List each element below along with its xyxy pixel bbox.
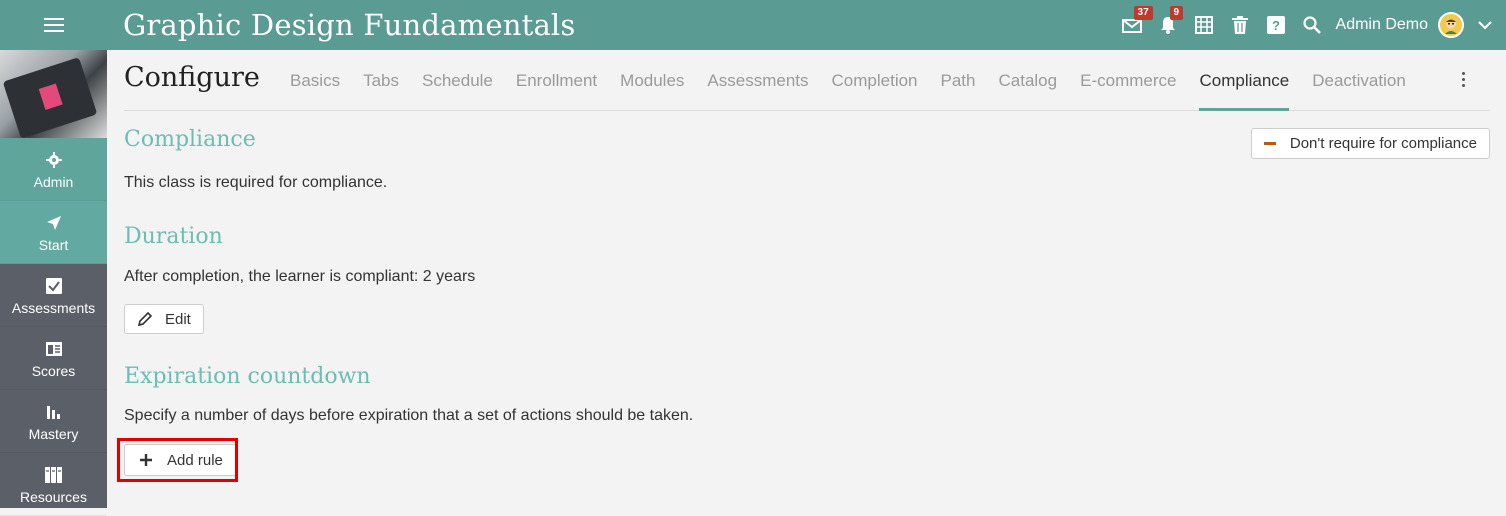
main-content: Configure Basics Tabs Schedule Enrollmen…: [124, 50, 1490, 476]
tabs-row: Configure Basics Tabs Schedule Enrollmen…: [124, 50, 1490, 111]
sidebar-item-mastery[interactable]: Mastery: [0, 390, 107, 453]
tab-completion[interactable]: Completion: [832, 50, 918, 111]
sidebar-item-label: Mastery: [28, 425, 79, 442]
tab-enrollment[interactable]: Enrollment: [516, 50, 597, 111]
user-menu[interactable]: Admin Demo: [1336, 12, 1492, 38]
tab-basics[interactable]: Basics: [290, 50, 340, 111]
more-tabs-button[interactable]: [1460, 72, 1466, 90]
sidebar-item-label: Resources: [20, 488, 87, 505]
tab-assessments[interactable]: Assessments: [707, 50, 808, 111]
duration-text: After completion, the learner is complia…: [124, 268, 476, 285]
highlight-box: [117, 438, 238, 482]
chevron-down-icon: [1478, 20, 1492, 29]
tab-path[interactable]: Path: [941, 50, 976, 111]
top-bar: Graphic Design Fundamentals 37 9 ? Admin…: [0, 0, 1506, 50]
sidebar-item-assessments[interactable]: Assessments: [0, 264, 107, 327]
tab-modules[interactable]: Modules: [620, 50, 684, 111]
expiration-heading: Expiration countdown: [124, 364, 371, 389]
edit-label: Edit: [165, 310, 191, 328]
sidebar-item-label: Start: [38, 236, 69, 253]
kebab-icon: [1461, 72, 1465, 75]
app-title: Graphic Design Fundamentals: [123, 8, 576, 42]
gradebook-icon: [45, 341, 62, 356]
notifications-button[interactable]: 9: [1150, 0, 1186, 50]
notifications-badge: 9: [1169, 6, 1184, 20]
sidebar: Admin Start Assessments Scores Mastery R…: [0, 50, 107, 516]
sidebar-item-label: Admin: [33, 173, 74, 190]
svg-text:?: ?: [1272, 18, 1280, 33]
minus-icon: [1263, 142, 1276, 145]
tab-compliance[interactable]: Compliance: [1199, 50, 1289, 111]
tab-tabs[interactable]: Tabs: [363, 50, 399, 111]
sidebar-item-resources[interactable]: Resources: [0, 453, 107, 516]
duration-heading: Duration: [124, 224, 223, 249]
gear-icon: [45, 151, 62, 168]
hamburger-menu-button[interactable]: [0, 0, 107, 50]
calendar-button[interactable]: [1186, 0, 1222, 50]
trash-button[interactable]: [1222, 0, 1258, 50]
menu-icon: [43, 24, 64, 26]
inbox-button[interactable]: 37: [1114, 0, 1153, 50]
user-avatar-icon: [1445, 19, 1457, 34]
tab-e-commerce[interactable]: E-commerce: [1080, 50, 1176, 111]
top-icons: 37 9 ? Admin Demo: [1114, 0, 1506, 50]
sidebar-item-admin[interactable]: Admin: [0, 138, 107, 201]
dont-require-label: Don't require for compliance: [1289, 135, 1477, 152]
books-icon: [44, 466, 62, 483]
calendar-icon: [1194, 16, 1213, 34]
tab-deactivation[interactable]: Deactivation: [1312, 50, 1406, 111]
config-tabs: Basics Tabs Schedule Enrollment Modules …: [290, 50, 1429, 111]
avatar: [1438, 12, 1464, 38]
bar-chart-icon: [46, 405, 60, 419]
help-button[interactable]: ?: [1258, 0, 1294, 50]
edit-duration-button[interactable]: Edit: [124, 304, 204, 334]
page-title: Configure: [124, 62, 260, 93]
tab-catalog[interactable]: Catalog: [999, 50, 1058, 111]
checkbox-icon: [45, 277, 62, 294]
user-name: Admin Demo: [1335, 16, 1428, 33]
class-cover-image: [0, 50, 107, 138]
sidebar-item-label: Assessments: [11, 299, 96, 316]
compliance-text: This class is required for compliance.: [124, 174, 388, 191]
expiration-text: Specify a number of days before expirati…: [124, 407, 694, 424]
trash-icon: [1231, 16, 1248, 34]
tab-schedule[interactable]: Schedule: [422, 50, 493, 111]
search-icon: [1302, 16, 1321, 34]
help-icon: ?: [1266, 16, 1285, 34]
compliance-heading: Compliance: [124, 127, 256, 152]
search-button[interactable]: [1294, 0, 1330, 50]
sidebar-item-scores[interactable]: Scores: [0, 327, 107, 390]
pencil-icon: [137, 311, 153, 327]
dont-require-compliance-button[interactable]: Don't require for compliance: [1250, 128, 1490, 159]
sidebar-item-start[interactable]: Start: [0, 201, 107, 264]
tablet-illustration: [2, 57, 98, 138]
sidebar-item-label: Scores: [31, 362, 76, 379]
navigation-arrow-icon: [46, 215, 61, 230]
